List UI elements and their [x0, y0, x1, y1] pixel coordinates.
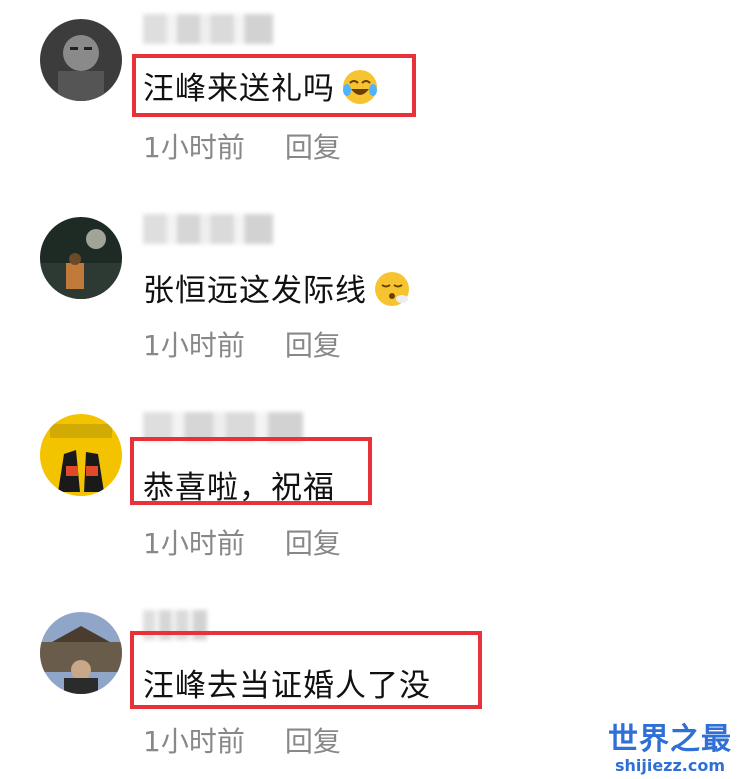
- sighing-emoji-icon: [373, 270, 411, 316]
- avatar-image: [40, 612, 122, 694]
- comment-meta: 1小时前 回复: [143, 522, 341, 562]
- reply-button[interactable]: 回复: [285, 725, 341, 758]
- timestamp: 1小时前: [143, 131, 245, 164]
- reply-button[interactable]: 回复: [285, 527, 341, 560]
- comment-text: 汪峰来送礼吗: [143, 63, 379, 114]
- watermark-url: shijiezz.com: [614, 756, 726, 775]
- comment-meta: 1小时前 回复: [143, 126, 341, 166]
- avatar-image: [40, 19, 122, 101]
- avatar[interactable]: [40, 612, 122, 694]
- avatar-image: [40, 414, 122, 496]
- timestamp: 1小时前: [143, 527, 245, 560]
- avatar[interactable]: [40, 217, 122, 299]
- timestamp: 1小时前: [143, 329, 245, 362]
- avatar[interactable]: [40, 414, 122, 496]
- watermark-title: 世界之最: [608, 722, 732, 757]
- avatar[interactable]: [40, 19, 122, 101]
- reply-button[interactable]: 回复: [285, 329, 341, 362]
- username-blurred: [143, 214, 273, 244]
- comment-text: 张恒远这发际线: [143, 265, 411, 316]
- username-blurred: [143, 14, 273, 44]
- comment-text: 汪峰去当证婚人了没: [143, 668, 431, 704]
- reply-button[interactable]: 回复: [285, 131, 341, 164]
- watermark-logo: 世界之最 shijiezz.com: [608, 723, 732, 775]
- comment-text: 恭喜啦，祝福: [143, 470, 335, 506]
- timestamp: 1小时前: [143, 725, 245, 758]
- comment-meta: 1小时前 回复: [143, 720, 341, 760]
- laughing-crying-emoji-icon: [341, 68, 379, 114]
- comment-meta: 1小时前 回复: [143, 324, 341, 364]
- avatar-image: [40, 217, 122, 299]
